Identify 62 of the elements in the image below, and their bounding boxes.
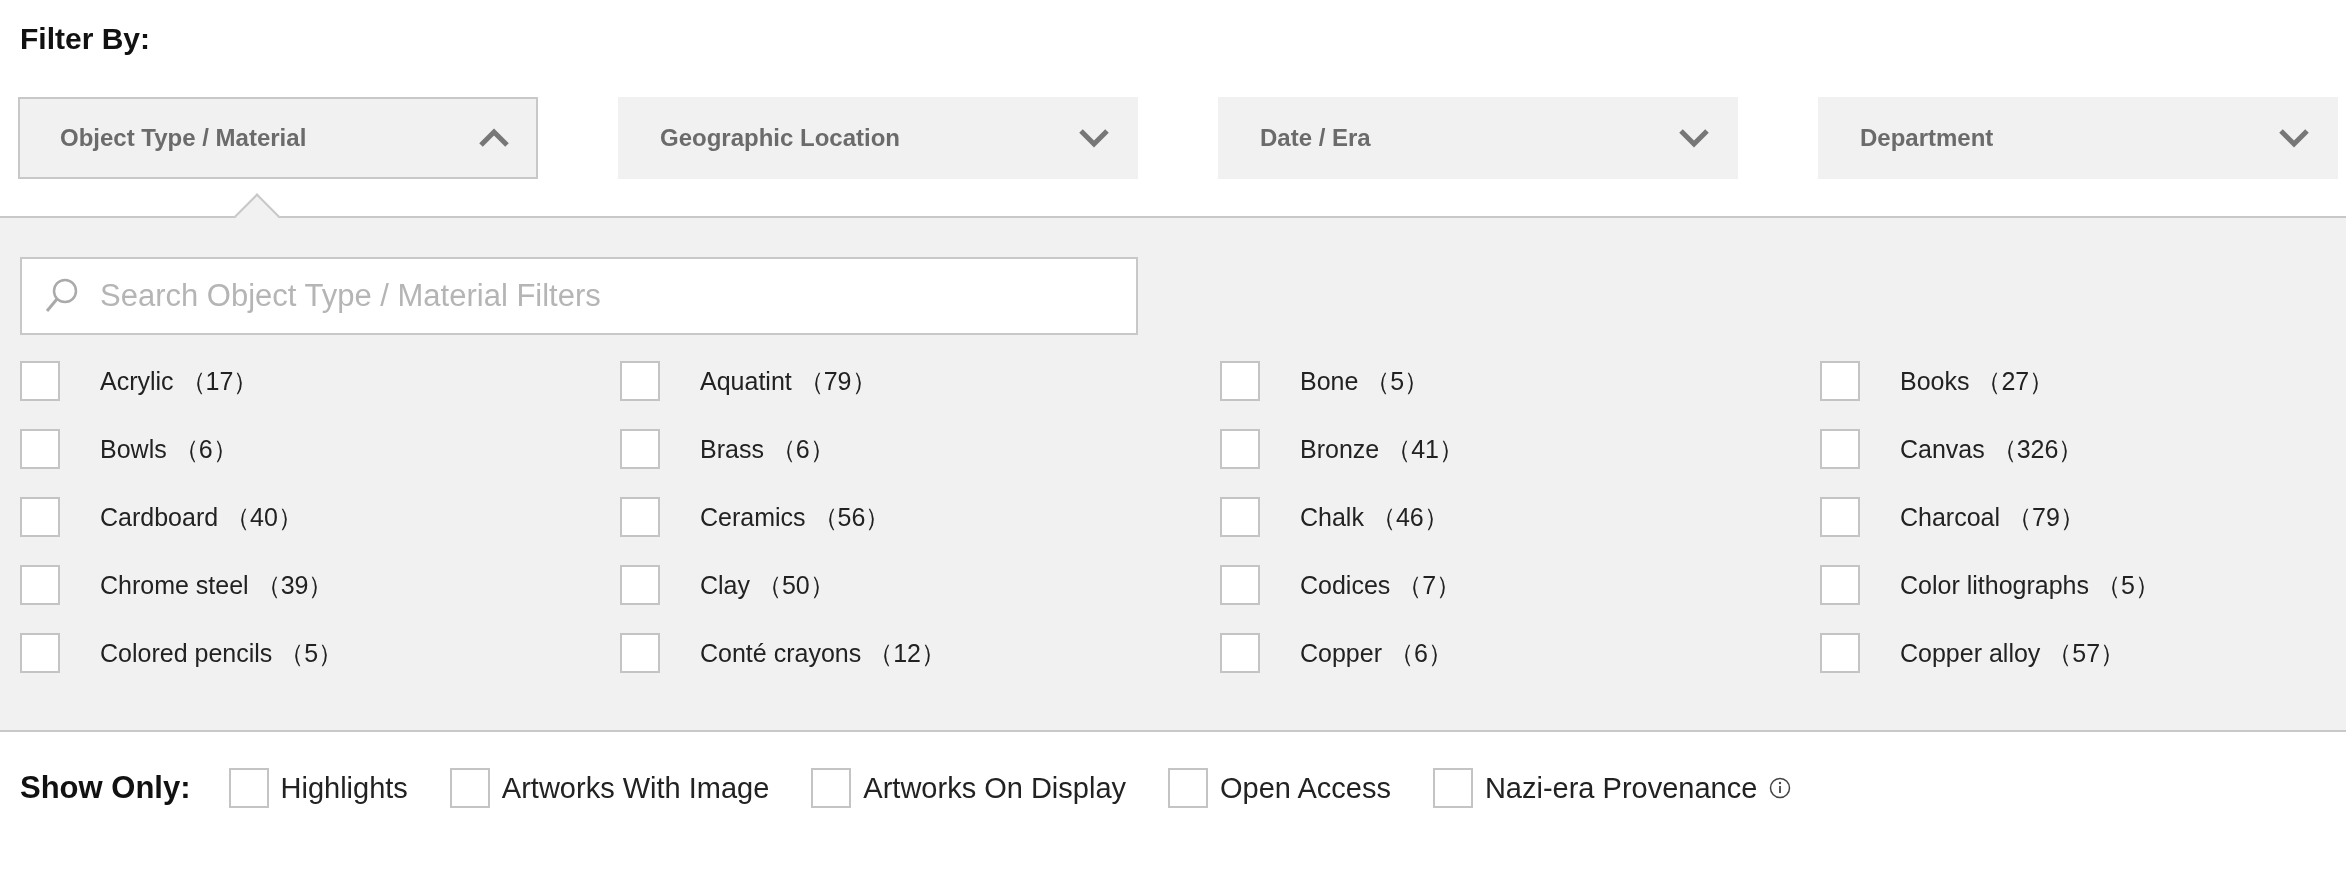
checkbox[interactable]	[1820, 361, 1860, 401]
filter-option-label: Aquatint （79）	[700, 365, 877, 397]
checkbox[interactable]	[1220, 429, 1260, 469]
filter-option-label: Conté crayons （12）	[700, 637, 946, 669]
show-only-label: Open Access	[1220, 771, 1391, 805]
filter-option-label: Codices （7）	[1300, 569, 1462, 601]
checkbox[interactable]	[449, 768, 490, 808]
filter-dropdown[interactable]: Object Type / Material	[18, 97, 538, 179]
info-icon[interactable]	[1769, 777, 1792, 799]
chevron-up-icon	[478, 128, 510, 148]
filter-option-label: Clay （50）	[700, 569, 835, 601]
filter-option-label: Colored pencils （5）	[100, 637, 344, 669]
checkbox[interactable]	[1220, 565, 1260, 605]
checkbox[interactable]	[20, 429, 60, 469]
filter-dropdown[interactable]: Geographic Location	[618, 97, 1138, 179]
checkbox[interactable]	[620, 361, 660, 401]
filter-option-label: Bowls （6）	[100, 433, 238, 465]
checkbox[interactable]	[20, 565, 60, 605]
checkbox[interactable]	[1168, 768, 1208, 808]
filter-option-label: Chalk （46）	[1300, 501, 1449, 533]
filter-option-label: Charcoal （79）	[1900, 501, 2085, 533]
show-only-label: Nazi-era Provenance	[1484, 771, 1758, 805]
search-field[interactable]: Search Object Type / Material Filters	[20, 257, 1138, 335]
filter-option-label: Brass （6）	[700, 433, 835, 465]
checkbox[interactable]	[1220, 361, 1260, 401]
checkbox[interactable]	[1220, 497, 1260, 537]
show-only-heading: Show Only:	[20, 770, 191, 806]
filter-option-label: Acrylic （17）	[100, 365, 259, 397]
chevron-down-icon	[1078, 128, 1110, 148]
checkbox[interactable]	[228, 768, 269, 808]
show-only-label: Highlights	[280, 771, 408, 805]
checkbox[interactable]	[620, 497, 660, 537]
filter-option-label: Ceramics （56）	[700, 501, 891, 533]
checkbox[interactable]	[620, 429, 660, 469]
filter-option-label: Copper alloy （57）	[1900, 637, 2126, 669]
filter-option-label: Bronze （41）	[1300, 433, 1464, 465]
checkbox[interactable]	[1820, 633, 1860, 673]
checkbox[interactable]	[20, 497, 60, 537]
show-only-label: Artworks With Image	[501, 771, 770, 805]
filter-dropdown[interactable]: Department	[1818, 97, 2338, 179]
checkbox[interactable]	[1820, 565, 1860, 605]
filter-option-label: Copper （6）	[1300, 637, 1453, 669]
filter-option-label: Color lithographs （5）	[1900, 569, 2160, 601]
checkbox[interactable]	[20, 361, 60, 401]
chevron-down-icon	[1678, 128, 1710, 148]
checkbox[interactable]	[1820, 429, 1860, 469]
checkbox[interactable]	[1432, 768, 1473, 808]
checkbox[interactable]	[620, 565, 660, 605]
filter-option-label: Chrome steel （39）	[100, 569, 334, 601]
checkbox[interactable]	[1820, 497, 1860, 537]
filter-option-label: Canvas （326）	[1900, 433, 2084, 465]
filter-dropdown[interactable]: Date / Era	[1218, 97, 1738, 179]
filter-option-label: Bone （5）	[1300, 365, 1430, 397]
checkbox[interactable]	[811, 768, 852, 808]
checkbox[interactable]	[1220, 633, 1260, 673]
chevron-down-icon	[2278, 128, 2310, 148]
filter-by-heading: Filter By:	[19, 21, 152, 54]
filter-option-label: Cardboard （40）	[100, 501, 303, 533]
checkbox[interactable]	[620, 633, 660, 673]
filter-option-label: Books （27）	[1900, 365, 2055, 397]
show-only-label: Artworks On Display	[863, 771, 1126, 805]
checkbox[interactable]	[20, 633, 60, 673]
